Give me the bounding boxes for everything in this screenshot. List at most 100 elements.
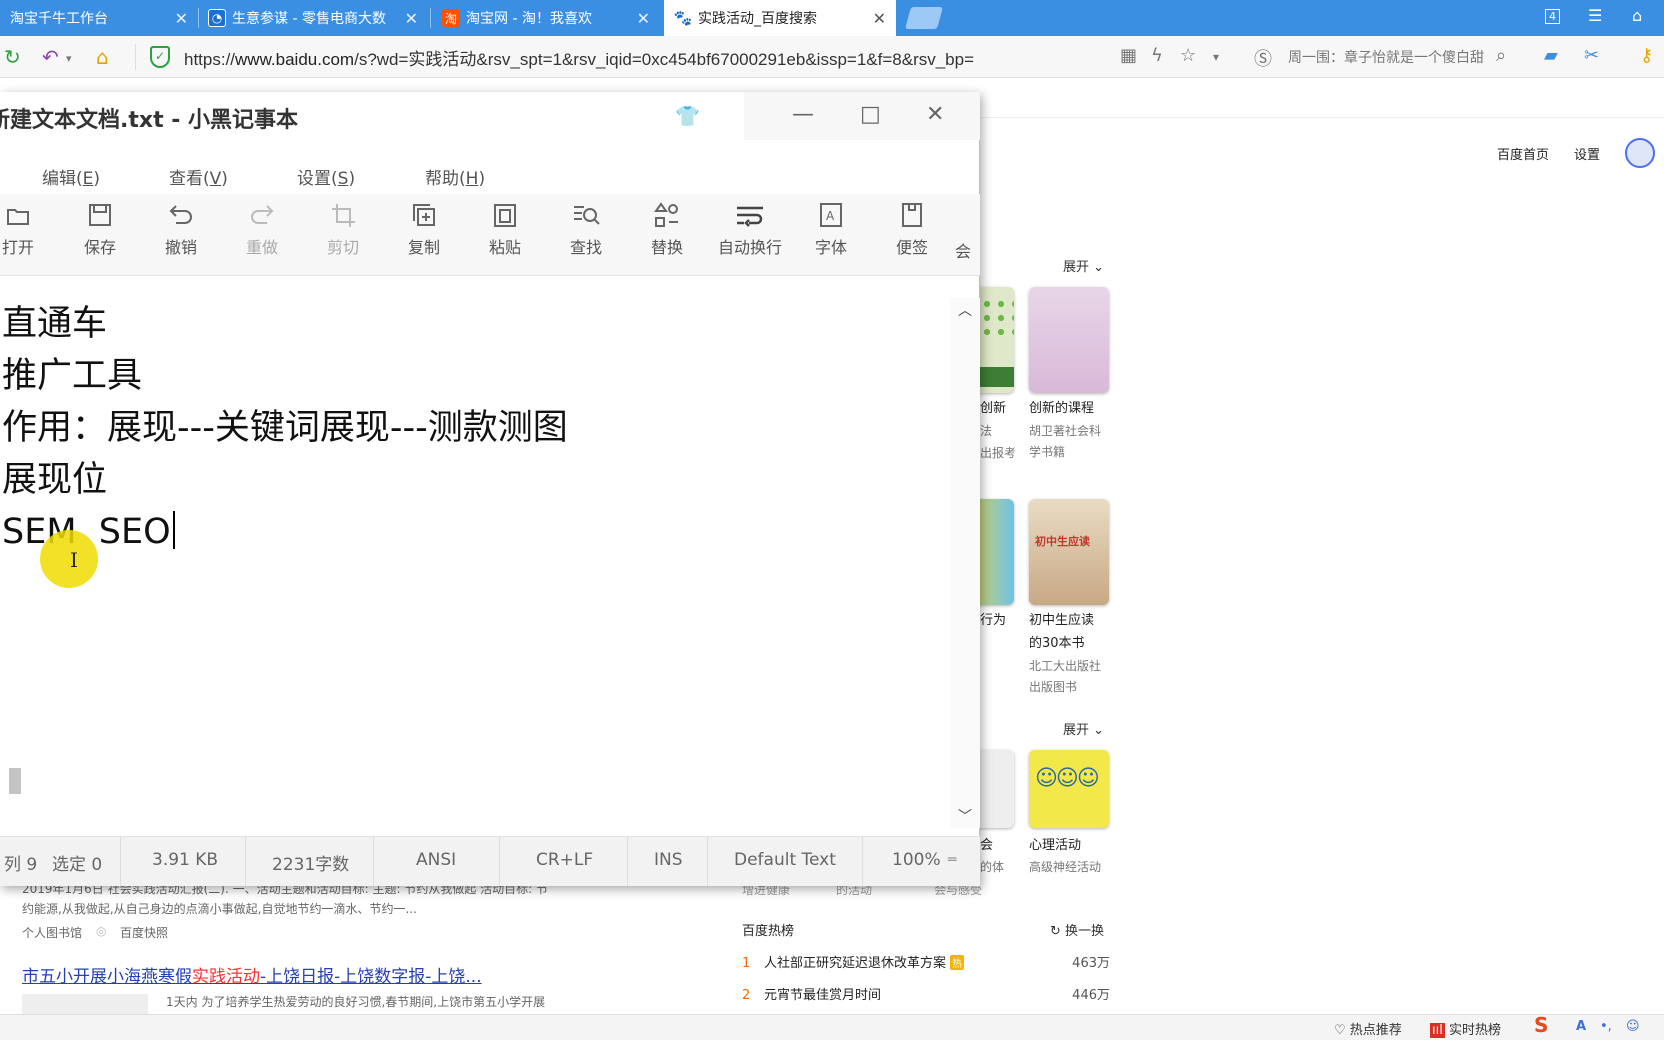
- font-button[interactable]: A 字体: [801, 200, 861, 258]
- replace-button[interactable]: 替换: [637, 200, 697, 258]
- undo-button[interactable]: 撤销: [151, 200, 211, 258]
- search-icon[interactable]: ⌕: [1496, 45, 1506, 66]
- search-engine-icon[interactable]: Ⓢ: [1254, 45, 1272, 71]
- scroll-up-icon[interactable]: ︿: [958, 300, 972, 320]
- status-insert-mode[interactable]: INS: [654, 850, 683, 870]
- minimize-icon[interactable]: —: [792, 102, 814, 127]
- book-cover[interactable]: ☺☺☺: [1029, 750, 1109, 828]
- tab-shengyi[interactable]: ◔ 生意参谋 - 零售电商大数 ✕: [198, 0, 428, 36]
- save-button[interactable]: 保存: [70, 200, 130, 258]
- hot-recommend-button[interactable]: ♡ 热点推荐: [1334, 1019, 1402, 1038]
- book-cover[interactable]: [1029, 287, 1109, 393]
- new-tab-button[interactable]: [905, 7, 943, 29]
- book-title[interactable]: 会: [980, 835, 993, 857]
- book-title[interactable]: 行为: [980, 610, 1006, 632]
- result-thumbnail[interactable]: [22, 994, 148, 1014]
- key-icon[interactable]: ⚷: [1640, 45, 1653, 66]
- menu-help[interactable]: 帮助(H): [425, 164, 485, 189]
- url-field[interactable]: https://www.baidu.com/s?wd=实践活动&rsv_spt=…: [184, 45, 1112, 70]
- word-wrap-button[interactable]: 自动换行: [718, 200, 782, 258]
- find-icon: [574, 206, 600, 225]
- open-button[interactable]: 打开: [0, 200, 48, 258]
- menu-view[interactable]: 查看(V): [169, 164, 228, 189]
- refresh-hot-button[interactable]: ↻ 换一换: [1050, 920, 1104, 939]
- emoji-icon[interactable]: ☺: [1626, 1019, 1640, 1034]
- baidu-paw-icon: 🐾: [673, 9, 693, 27]
- status-line-ending[interactable]: CR+LF: [536, 850, 593, 870]
- vertical-scrollbar[interactable]: ︿ ﹀: [950, 298, 980, 828]
- baidu-home-link[interactable]: 百度首页: [1497, 144, 1549, 163]
- tab-count-badge[interactable]: 4: [1545, 9, 1560, 24]
- hot-list-item[interactable]: 1 人社部正研究延迟退休改革方案热 463万: [742, 952, 1110, 971]
- expand-toggle[interactable]: 展开 ⌄: [1063, 256, 1104, 275]
- expand-toggle[interactable]: 展开 ⌄: [1063, 719, 1104, 738]
- book-title[interactable]: 初中生应读: [1029, 610, 1094, 632]
- chevron-down-icon[interactable]: ▾: [1213, 50, 1219, 64]
- close-tab-icon[interactable]: ✕: [405, 9, 418, 28]
- menu-edit[interactable]: 编辑(E): [42, 164, 100, 189]
- close-tab-icon[interactable]: ✕: [637, 9, 650, 28]
- status-selection: 选定 0: [52, 855, 103, 875]
- font-icon: A: [820, 203, 842, 227]
- extension-icon[interactable]: ▰: [1544, 45, 1558, 66]
- redo-button[interactable]: 重做: [232, 200, 292, 258]
- copy-button[interactable]: 复制: [394, 200, 454, 258]
- star-icon[interactable]: ☆: [1180, 45, 1196, 66]
- notepad-title-bar[interactable]: 新建文本文档.txt - 小黑记事本 👕 — □ ✕: [0, 92, 980, 140]
- browser-tab-bar: 淘宝千牛工作台 ✕ ◔ 生意参谋 - 零售电商大数 ✕ 淘 淘宝网 - 淘！我喜…: [0, 0, 1664, 36]
- menu-icon[interactable]: ☰: [1588, 6, 1602, 25]
- menu-settings[interactable]: 设置(S): [297, 164, 355, 189]
- realtime-hot-button[interactable]: ııl 实时热榜: [1430, 1019, 1501, 1038]
- status-encoding[interactable]: ANSI: [416, 850, 456, 870]
- resize-grip-icon[interactable]: ═: [948, 852, 956, 868]
- member-button[interactable]: 会: [955, 200, 980, 262]
- paste-button[interactable]: 粘贴: [475, 200, 535, 258]
- scrollbar-thumb[interactable]: [9, 768, 21, 794]
- book-subtitle: 的体: [980, 860, 1005, 874]
- result-cache-link[interactable]: 百度快照: [120, 924, 168, 941]
- tab-taobao[interactable]: 淘 淘宝网 - 淘！我喜欢 ✕: [432, 0, 660, 36]
- replace-icon: [654, 202, 678, 227]
- ime-mode-icon[interactable]: A: [1576, 1019, 1586, 1034]
- editor-line: 推广工具: [2, 356, 143, 396]
- qr-code-icon[interactable]: ▦: [1120, 45, 1137, 66]
- tab-qianniu[interactable]: 淘宝千牛工作台 ✕: [0, 0, 198, 36]
- close-tab-icon[interactable]: ✕: [175, 9, 188, 28]
- book-title[interactable]: 创新: [980, 398, 1006, 420]
- refresh-icon[interactable]: ↻: [4, 45, 21, 69]
- find-button[interactable]: 查找: [556, 200, 616, 258]
- book-title[interactable]: 创新的课程: [1029, 398, 1094, 420]
- text-editor[interactable]: 直通车 推广工具 作用：展现---关键词展现---测款测图 展现位 SEM SE…: [0, 298, 950, 828]
- cut-button[interactable]: 剪切: [313, 200, 373, 258]
- news-ticker[interactable]: 周一围：章子怡就是一个傻白甜: [1288, 47, 1488, 67]
- ime-punct-icon[interactable]: •,: [1600, 1019, 1612, 1034]
- undo-close-icon[interactable]: ↶: [42, 45, 59, 69]
- sogou-ime-icon[interactable]: S: [1534, 1013, 1548, 1037]
- close-icon[interactable]: ✕: [926, 102, 944, 127]
- chevron-down-icon[interactable]: ▾: [66, 52, 72, 65]
- avatar[interactable]: [1625, 138, 1655, 168]
- scroll-down-icon[interactable]: ﹀: [958, 806, 972, 826]
- book-subtitle: 胡卫著社会科: [1029, 424, 1102, 438]
- home-icon[interactable]: ⌂: [96, 45, 109, 69]
- result-source[interactable]: 个人图书馆: [22, 924, 82, 941]
- hot-list-item[interactable]: 2 元宵节最佳赏月时间 446万: [742, 984, 1110, 1003]
- status-highlight[interactable]: Default Text: [734, 850, 836, 870]
- status-size: 3.91 KB: [152, 850, 219, 870]
- book-title[interactable]: 的30本书: [1029, 633, 1085, 655]
- tab-baidu-search[interactable]: 🐾 实践活动_百度搜索 ✕: [664, 0, 896, 36]
- scissors-icon[interactable]: ✂: [1584, 45, 1599, 66]
- sticky-note-button[interactable]: 便签: [882, 200, 942, 258]
- book-cover[interactable]: 初中生应读: [1029, 499, 1109, 605]
- status-zoom[interactable]: 100%: [892, 850, 941, 870]
- skin-shirt-icon[interactable]: 👕: [675, 104, 700, 128]
- settings-link[interactable]: 设置: [1574, 144, 1600, 163]
- book-title[interactable]: 心理活动: [1029, 835, 1081, 857]
- close-tab-icon[interactable]: ✕: [873, 9, 886, 28]
- maximize-icon[interactable]: □: [860, 102, 881, 127]
- skin-icon[interactable]: ⌂: [1632, 6, 1642, 25]
- book-subtitle: 法: [980, 424, 993, 438]
- result-title-link[interactable]: 市五小开展小海燕寒假实践活动-上饶日报-上饶数字报-上饶...: [22, 962, 482, 987]
- text-caret: [172, 511, 175, 549]
- lightning-icon[interactable]: ϟ: [1151, 45, 1163, 66]
